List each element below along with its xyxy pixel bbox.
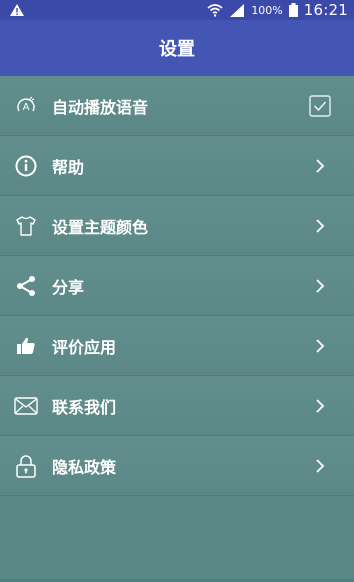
- checkbox-container: [286, 76, 354, 136]
- menu-item-help[interactable]: 帮助: [0, 136, 354, 196]
- menu-item-label: 隐私政策: [52, 457, 117, 477]
- auto-play-checkbox[interactable]: [309, 94, 331, 117]
- chevron-right-icon: [316, 218, 325, 233]
- chevron-right-icon: [316, 338, 325, 353]
- menu-item-theme-color[interactable]: 设置主题颜色: [0, 196, 354, 256]
- menu-item-label: 评价应用: [52, 337, 117, 357]
- chevron-container: [286, 436, 354, 496]
- battery-percent: 100%: [251, 3, 283, 17]
- status-bar: 100% 16:21: [0, 0, 354, 20]
- chevron-right-icon: [316, 398, 325, 413]
- chevron-container: [286, 376, 354, 436]
- chevron-right-icon: [316, 158, 325, 173]
- auto-play-voice-icon: A: [17, 96, 35, 113]
- status-right: 100% 16:21: [207, 1, 348, 19]
- chevron-container: [286, 136, 354, 196]
- settings-list: A 自动播放语音 帮助 设置主题颜色 分享 评价应用 联系我们 隐私政策: [0, 76, 354, 496]
- empty-area: [0, 496, 354, 579]
- icon-container: [0, 316, 52, 376]
- chevron-container: [286, 316, 354, 376]
- icon-container: [0, 376, 52, 436]
- signal-icon: [230, 3, 245, 17]
- battery-icon: [288, 3, 298, 17]
- clock: 16:21: [303, 1, 348, 19]
- icon-container: [0, 436, 52, 496]
- app-bar: 设置: [0, 20, 354, 76]
- menu-item-auto-play-voice[interactable]: A 自动播放语音: [0, 76, 354, 136]
- chevron-container: [286, 256, 354, 316]
- lock-icon: [16, 454, 36, 478]
- icon-container: [0, 136, 52, 196]
- icon-container: [0, 196, 52, 256]
- chevron-right-icon: [316, 278, 325, 293]
- menu-item-label: 联系我们: [52, 397, 117, 417]
- icon-container: [0, 256, 52, 316]
- warning-icon: [10, 4, 24, 16]
- menu-item-label: 帮助: [52, 157, 85, 177]
- share-icon: [17, 275, 35, 296]
- svg-text:A: A: [23, 102, 30, 113]
- wifi-icon: [207, 3, 223, 17]
- menu-item-rate-app[interactable]: 评价应用: [0, 316, 354, 376]
- page-title: 设置: [159, 39, 195, 60]
- menu-item-label: 设置主题颜色: [52, 217, 149, 237]
- status-left: [10, 4, 24, 16]
- menu-item-privacy-policy[interactable]: 隐私政策: [0, 436, 354, 496]
- icon-container: A: [0, 76, 52, 136]
- info-icon: [15, 155, 37, 176]
- menu-item-label: 自动播放语音: [52, 97, 149, 117]
- menu-item-contact-us[interactable]: 联系我们: [0, 376, 354, 436]
- menu-item-share[interactable]: 分享: [0, 256, 354, 316]
- shirt-icon: [16, 215, 36, 236]
- mail-icon: [14, 396, 38, 415]
- thumbs-up-icon: [17, 337, 35, 354]
- chevron-right-icon: [316, 458, 325, 473]
- chevron-container: [286, 196, 354, 256]
- menu-item-label: 分享: [52, 277, 85, 297]
